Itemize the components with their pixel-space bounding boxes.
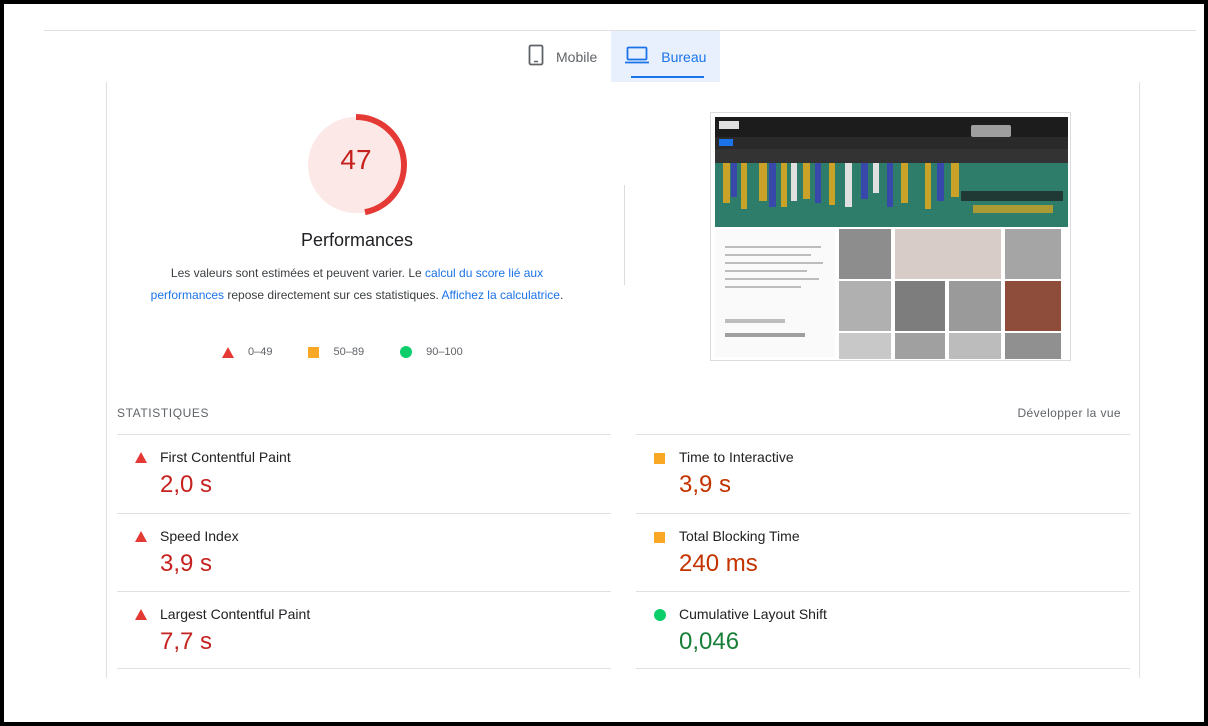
divider [636,668,1130,669]
tab-bureau[interactable]: Bureau [611,31,721,82]
metric-tbt: Total Blocking Time 240 ms [636,513,1130,592]
laptop-icon [625,46,650,67]
tab-bureau-label: Bureau [661,48,707,65]
metric-fcp: First Contentful Paint 2,0 s [117,434,611,513]
legend-average: 50–89 [308,346,364,358]
metric-name: First Contentful Paint [160,449,291,465]
legend-poor: 0–49 [222,346,272,358]
active-tab-indicator [631,76,705,78]
metric-value: 3,9 s [679,471,732,498]
metric-name: Speed Index [160,528,239,544]
triangle-icon [222,346,234,358]
metric-value: 7,7 s [160,628,213,655]
metric-name: Largest Contentful Paint [160,606,311,622]
calculator-link[interactable]: Affichez la calculatrice [441,288,560,302]
desc-text-3: . [559,288,564,302]
square-icon [654,453,665,464]
page-screenshot-thumbnail [710,112,1071,361]
circle-icon [400,346,413,358]
legend-poor-range: 0–49 [248,346,273,358]
metric-lcp: Largest Contentful Paint 7,7 s [117,591,611,670]
mobile-phone-icon [528,44,544,69]
metric-value: 240 ms [679,550,758,577]
triangle-icon [135,609,147,620]
performance-score: 47 [340,144,372,175]
device-tabs: Mobile Bureau [514,31,721,82]
metric-name: Cumulative Layout Shift [679,606,827,622]
metric-cls: Cumulative Layout Shift 0,046 [636,591,1130,670]
circle-icon [654,609,666,621]
desc-text-2: repose directement sur ces statistiques. [224,288,442,302]
desc-text-1: Les valeurs sont estimées et peuvent var… [170,266,426,280]
tab-mobile[interactable]: Mobile [514,31,611,82]
metric-name: Total Blocking Time [679,528,800,544]
score-legend: 0–49 50–89 90–100 [222,346,499,358]
screenshot-image [711,113,1070,360]
performance-description: Les valeurs sont estimées et peuvent var… [146,262,568,306]
divider [117,668,611,669]
square-icon [654,532,665,543]
vertical-divider [624,185,625,285]
metric-value: 0,046 [679,628,740,655]
legend-good-range: 90–100 [426,346,463,358]
legend-good: 90–100 [400,346,463,358]
tab-mobile-label: Mobile [556,48,598,65]
metric-name: Time to Interactive [679,449,794,465]
performance-title: Performances [300,230,414,250]
stats-heading: STATISTIQUES [117,406,210,420]
triangle-icon [135,531,147,542]
metric-value: 3,9 s [160,550,213,577]
triangle-icon [135,452,147,463]
metric-speed-index: Speed Index 3,9 s [117,513,611,592]
metric-tti: Time to Interactive 3,9 s [636,434,1130,513]
square-icon [308,346,320,358]
metric-value: 2,0 s [160,471,213,498]
legend-average-range: 50–89 [333,346,365,358]
expand-view-button[interactable]: Développer la vue [1017,406,1121,420]
